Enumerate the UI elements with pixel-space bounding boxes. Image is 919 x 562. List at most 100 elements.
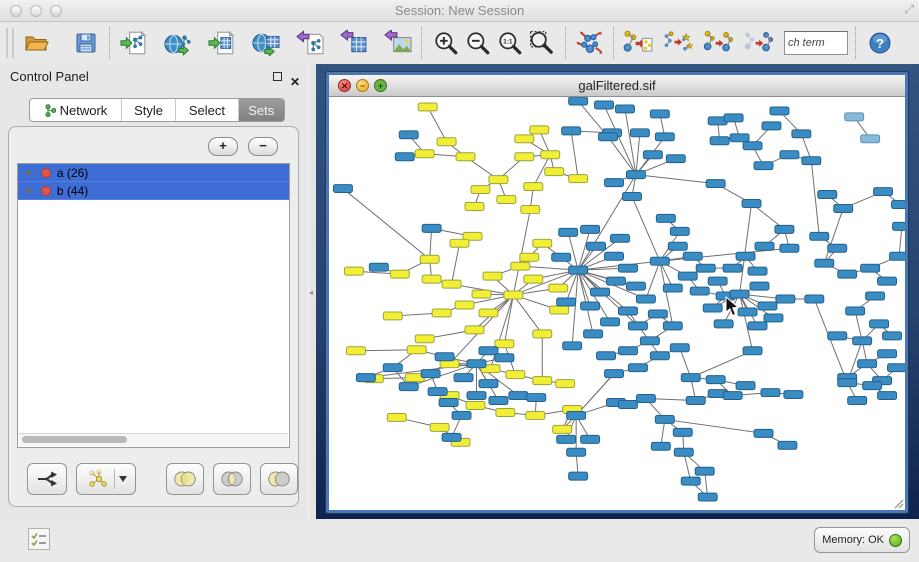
set-difference-button[interactable] bbox=[260, 463, 298, 495]
network-node[interactable] bbox=[678, 272, 697, 280]
network-node[interactable] bbox=[892, 200, 905, 208]
network-node[interactable] bbox=[762, 122, 781, 130]
network-node[interactable] bbox=[730, 134, 749, 142]
network-node[interactable] bbox=[866, 292, 885, 300]
network-node[interactable] bbox=[636, 395, 655, 403]
network-node[interactable] bbox=[810, 232, 829, 240]
network-node[interactable] bbox=[755, 242, 774, 250]
horizontal-scrollbar[interactable] bbox=[19, 433, 288, 446]
network-node[interactable] bbox=[369, 263, 388, 271]
network-node[interactable] bbox=[524, 183, 543, 191]
network-node[interactable] bbox=[743, 142, 762, 150]
network-node[interactable] bbox=[618, 307, 637, 315]
import-table-file-button[interactable] bbox=[206, 26, 238, 60]
network-node[interactable] bbox=[805, 295, 824, 303]
network-edge[interactable] bbox=[625, 109, 636, 175]
network-node[interactable] bbox=[802, 157, 821, 165]
network-node[interactable] bbox=[650, 257, 669, 265]
network-edge[interactable] bbox=[452, 243, 460, 284]
network-node[interactable] bbox=[439, 399, 458, 407]
network-node[interactable] bbox=[683, 252, 702, 260]
minimize-window-button[interactable] bbox=[30, 5, 42, 17]
network-node[interactable] bbox=[489, 397, 508, 405]
network-edge[interactable] bbox=[430, 228, 432, 259]
network-node[interactable] bbox=[780, 151, 799, 159]
network-node[interactable] bbox=[418, 103, 437, 111]
network-node[interactable] bbox=[467, 360, 486, 368]
network-node[interactable] bbox=[607, 277, 626, 285]
tab-sets[interactable]: Sets bbox=[239, 99, 284, 121]
network-node[interactable] bbox=[452, 411, 471, 419]
task-history-button[interactable] bbox=[28, 528, 50, 550]
network-node[interactable] bbox=[630, 129, 649, 137]
network-node[interactable] bbox=[828, 332, 847, 340]
network-node[interactable] bbox=[742, 200, 761, 208]
network-node[interactable] bbox=[655, 133, 674, 141]
network-node[interactable] bbox=[504, 291, 523, 299]
network-node[interactable] bbox=[407, 346, 426, 354]
network-node[interactable] bbox=[387, 413, 406, 421]
window-titlebar[interactable]: Session: New Session ⤢ bbox=[0, 0, 919, 22]
network-node[interactable] bbox=[651, 442, 670, 450]
network-node[interactable] bbox=[878, 350, 897, 358]
network-node[interactable] bbox=[673, 428, 692, 436]
expander-icon[interactable]: ▶ bbox=[26, 185, 33, 196]
network-node[interactable] bbox=[479, 380, 498, 388]
close-window-button[interactable] bbox=[10, 5, 22, 17]
network-node[interactable] bbox=[479, 309, 498, 317]
zoom-window-button[interactable] bbox=[50, 5, 62, 17]
network-node[interactable] bbox=[526, 411, 545, 419]
network-node[interactable] bbox=[656, 214, 675, 222]
network-node[interactable] bbox=[521, 205, 540, 213]
network-node[interactable] bbox=[761, 389, 780, 397]
network-node[interactable] bbox=[650, 110, 669, 118]
splitter-handle-icon[interactable]: ◂ bbox=[309, 288, 313, 297]
zoom-fit-selected-button[interactable] bbox=[526, 26, 558, 60]
network-node[interactable] bbox=[584, 330, 603, 338]
network-edge[interactable] bbox=[636, 133, 640, 175]
set-union-button[interactable] bbox=[166, 463, 204, 495]
close-panel-icon[interactable]: ✕ bbox=[290, 69, 300, 95]
network-node[interactable] bbox=[784, 391, 803, 399]
remove-set-button[interactable]: − bbox=[248, 137, 278, 156]
network-edge[interactable] bbox=[343, 189, 430, 260]
zoom-in-button[interactable] bbox=[430, 26, 462, 60]
network-node[interactable] bbox=[698, 493, 717, 501]
network-node[interactable] bbox=[748, 267, 767, 275]
network-node[interactable] bbox=[736, 252, 755, 260]
set-intersection-button[interactable] bbox=[213, 463, 251, 495]
network-node[interactable] bbox=[834, 204, 853, 212]
network-node[interactable] bbox=[750, 282, 769, 290]
network-node[interactable] bbox=[670, 344, 689, 352]
network-node[interactable] bbox=[743, 347, 762, 355]
network-node[interactable] bbox=[569, 266, 588, 274]
network-node[interactable] bbox=[670, 227, 689, 235]
network-graph[interactable] bbox=[329, 97, 905, 510]
clone-network-button[interactable] bbox=[742, 26, 774, 60]
apply-layout-button[interactable] bbox=[574, 26, 606, 60]
save-session-button[interactable] bbox=[70, 26, 102, 60]
network-node[interactable] bbox=[581, 302, 600, 310]
network-node[interactable] bbox=[710, 137, 729, 145]
network-node[interactable] bbox=[686, 397, 705, 405]
import-network-file-button[interactable] bbox=[118, 26, 150, 60]
network-node[interactable] bbox=[442, 280, 461, 288]
network-edge[interactable] bbox=[632, 197, 660, 262]
network-node[interactable] bbox=[611, 234, 630, 242]
network-node[interactable] bbox=[344, 267, 363, 275]
network-node[interactable] bbox=[533, 330, 552, 338]
network-node[interactable] bbox=[723, 264, 742, 272]
network-node[interactable] bbox=[668, 242, 687, 250]
network-node[interactable] bbox=[587, 242, 606, 250]
network-node[interactable] bbox=[706, 180, 725, 188]
network-edge[interactable] bbox=[428, 107, 447, 142]
network-node[interactable] bbox=[399, 131, 418, 139]
network-node[interactable] bbox=[853, 337, 872, 345]
scrollbar-thumb[interactable] bbox=[22, 436, 127, 443]
network-node[interactable] bbox=[776, 295, 795, 303]
export-network-button[interactable] bbox=[294, 26, 326, 60]
network-node[interactable] bbox=[754, 162, 773, 170]
network-node[interactable] bbox=[663, 322, 682, 330]
network-node[interactable] bbox=[557, 298, 576, 306]
network-node[interactable] bbox=[581, 435, 600, 443]
